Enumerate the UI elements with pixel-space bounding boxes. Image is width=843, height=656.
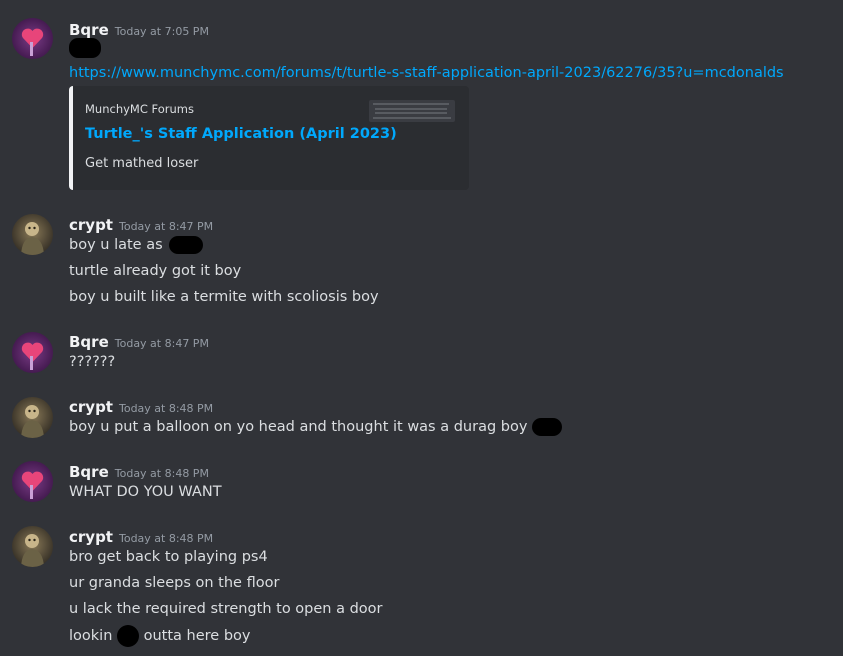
embed-thumbnail[interactable] (369, 100, 455, 122)
character-avatar-icon (12, 214, 53, 255)
message-line: bro get back to playing ps4 (69, 549, 268, 565)
message-header: crypt Today at 8:48 PM (69, 527, 213, 547)
timestamp: Today at 8:47 PM (114, 337, 209, 350)
link-embed: MunchyMC Forums Turtle_'s Staff Applicat… (69, 86, 469, 190)
redaction-mark (169, 236, 204, 254)
timestamp: Today at 8:47 PM (118, 220, 214, 233)
message-header: crypt Today at 8:47 PM (69, 215, 213, 235)
message-line: u lack the required strength to open a d… (69, 601, 383, 617)
message-header: Bqre Today at 8:48 PM (69, 462, 209, 482)
username[interactable]: crypt (69, 216, 113, 234)
timestamp: Today at 8:48 PM (118, 402, 214, 415)
character-avatar-icon (12, 526, 53, 567)
message-line: lookin outta here boy (69, 625, 251, 647)
message-line: boy u put a balloon on yo head and thoug… (69, 417, 563, 437)
purple-heart-avatar-icon (12, 332, 53, 373)
username[interactable]: Bqre (69, 333, 109, 351)
user-avatar[interactable] (12, 332, 53, 373)
message-header: Bqre Today at 7:05 PM (69, 20, 209, 40)
embed-description: Get mathed loser (85, 156, 199, 171)
user-avatar[interactable] (12, 18, 53, 59)
user-avatar[interactable] (12, 461, 53, 502)
user-avatar[interactable] (12, 526, 53, 567)
message-text: outta here boy (143, 628, 251, 644)
user-avatar[interactable] (12, 214, 53, 255)
message-text: lookin (69, 628, 113, 644)
username[interactable]: crypt (69, 528, 113, 546)
redacted-message-line (69, 38, 101, 58)
username[interactable]: crypt (69, 398, 113, 416)
username[interactable]: Bqre (69, 21, 109, 39)
redaction-mark (117, 625, 139, 647)
message-text: boy u late as (69, 237, 163, 253)
message-line: boy u late as (69, 235, 204, 255)
username[interactable]: Bqre (69, 463, 109, 481)
message-line: boy u built like a termite with scoliosi… (69, 289, 379, 305)
embed-title[interactable]: Turtle_'s Staff Application (April 2023) (85, 126, 397, 142)
timestamp: Today at 8:48 PM (114, 467, 209, 480)
character-avatar-icon (12, 397, 53, 438)
message-text: boy u put a balloon on yo head and thoug… (69, 419, 528, 435)
timestamp: Today at 8:48 PM (118, 532, 214, 545)
redaction-mark (532, 418, 563, 436)
message-line: WHAT DO YOU WANT (69, 484, 222, 500)
message-header: crypt Today at 8:48 PM (69, 397, 213, 417)
message-line: turtle already got it boy (69, 263, 242, 279)
redaction-mark (69, 38, 101, 58)
timestamp: Today at 7:05 PM (114, 25, 209, 38)
embed-provider[interactable]: MunchyMC Forums (85, 102, 194, 116)
user-avatar[interactable] (12, 397, 53, 438)
message-line: https://www.munchymc.com/forums/t/turtle… (69, 63, 784, 83)
purple-heart-avatar-icon (12, 18, 53, 59)
message-link[interactable]: https://www.munchymc.com/forums/t/turtle… (69, 65, 784, 81)
purple-heart-avatar-icon (12, 461, 53, 502)
message-line: ur granda sleeps on the floor (69, 575, 280, 591)
message-line: ?????? (69, 354, 116, 370)
message-header: Bqre Today at 8:47 PM (69, 332, 209, 352)
